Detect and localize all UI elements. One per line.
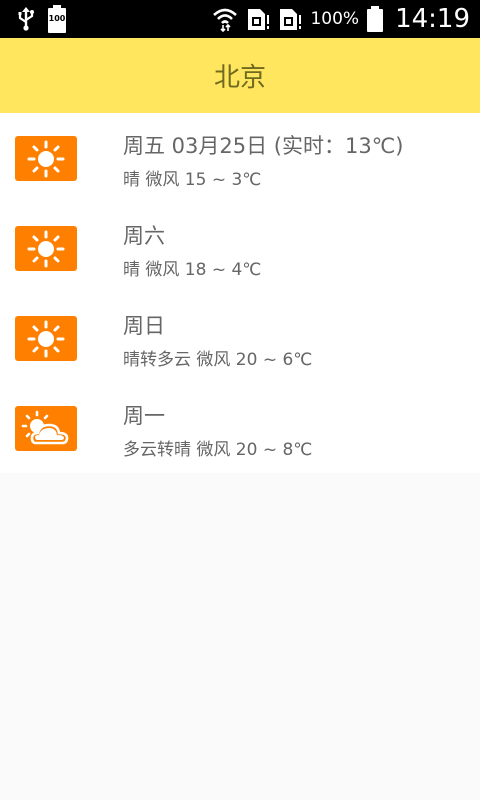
sunny-icon [15, 316, 77, 361]
forecast-day: 周六 [123, 224, 165, 248]
sunny-icon [15, 136, 77, 181]
battery-percent: 100% [310, 9, 360, 29]
forecast-row[interactable]: 周一 多云转晴 微风 20 ~ 8℃ [0, 383, 480, 473]
app-bar: 北京 [0, 38, 480, 113]
forecast-row[interactable]: 周日 晴转多云 微风 20 ~ 6℃ [0, 293, 480, 383]
sim-icon [246, 7, 270, 31]
forecast-row[interactable]: 周五 03月25日 (实时：13℃) 晴 微风 15 ~ 3℃ [0, 113, 480, 203]
sim-icon [278, 7, 302, 31]
forecast-day: 周一 [123, 404, 165, 428]
battery-icon [367, 6, 384, 32]
forecast-desc: 晴转多云 微风 20 ~ 6℃ [123, 350, 313, 370]
sunny-icon [15, 226, 77, 271]
usb-icon [16, 7, 36, 31]
status-bar-right: 100% 14:19 [212, 4, 470, 34]
city-title: 北京 [213, 63, 266, 93]
forecast-list: 周五 03月25日 (实时：13℃) 晴 微风 15 ~ 3℃ 周六 晴 微风 … [0, 113, 480, 473]
clock: 14:19 [395, 4, 470, 34]
forecast-row[interactable]: 周六 晴 微风 18 ~ 4℃ [0, 203, 480, 293]
forecast-day: 周日 [123, 314, 165, 338]
forecast-desc: 晴 微风 18 ~ 4℃ [123, 260, 262, 280]
battery-icon: 100 [48, 5, 66, 33]
forecast-day: 周五 03月25日 (实时：13℃) [123, 134, 404, 158]
partly-cloudy-icon [15, 406, 77, 451]
forecast-desc: 多云转晴 微风 20 ~ 8℃ [123, 440, 313, 460]
battery-small-label: 100 [48, 14, 66, 23]
wifi-icon [212, 6, 238, 32]
status-bar-left: 100 [16, 5, 66, 33]
status-bar: 100 100% 14:19 [0, 0, 480, 38]
forecast-desc: 晴 微风 15 ~ 3℃ [123, 170, 262, 190]
